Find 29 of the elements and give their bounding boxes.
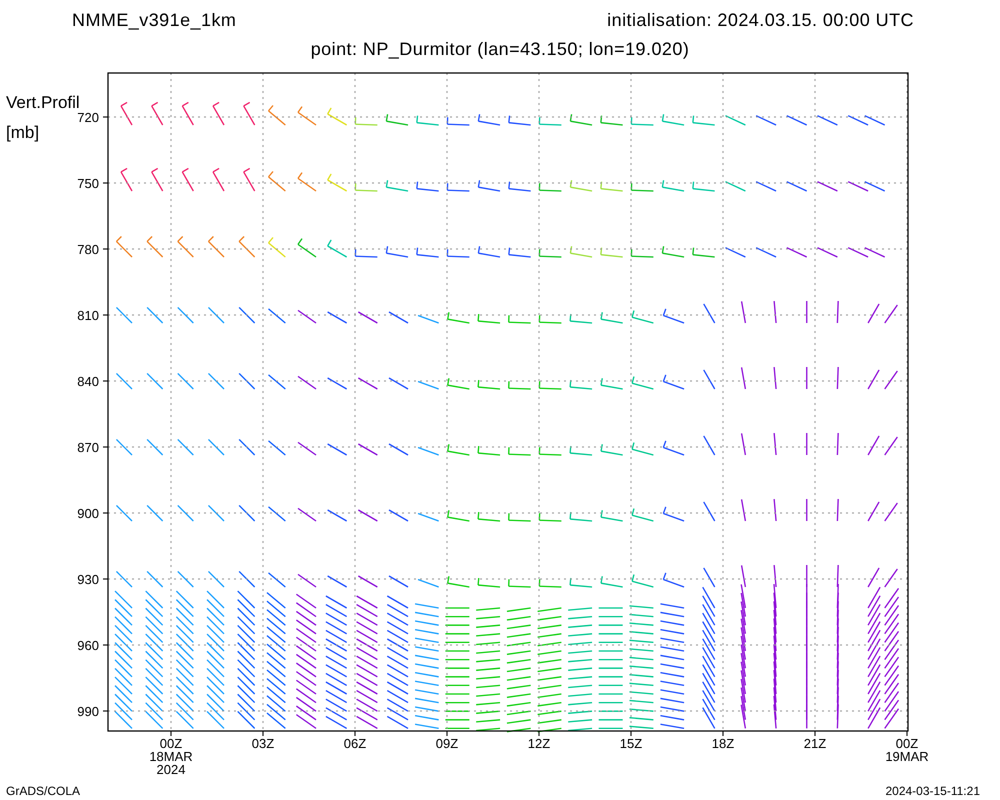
- x-tick-label: 03Z: [252, 736, 274, 751]
- y-tick-label: 750: [77, 176, 99, 191]
- x-tick-label: 2024: [156, 762, 186, 777]
- x-tick-label: 21Z: [804, 736, 826, 751]
- y-axis-unit: [mb]: [6, 123, 40, 142]
- x-tick-label: 09Z: [436, 736, 458, 751]
- x-tick-label: 18MAR: [149, 749, 193, 764]
- y-tick-label: 960: [77, 638, 99, 653]
- y-axis-label: Vert.Profil: [6, 93, 80, 112]
- x-tick-label: 18Z: [712, 736, 734, 751]
- y-tick-label: 840: [77, 374, 99, 389]
- y-tick-label: 990: [77, 704, 99, 719]
- model-title: NMME_v391e_1km: [72, 9, 236, 32]
- x-tick-label: 00Z: [160, 736, 182, 751]
- y-tick-label: 900: [77, 506, 99, 521]
- x-tick-label: 19MAR: [885, 749, 929, 764]
- y-tick-label: 870: [77, 440, 99, 455]
- y-tick-label: 780: [77, 242, 99, 257]
- y-tick-label: 930: [77, 572, 99, 587]
- x-tick-label: 12Z: [528, 736, 550, 751]
- x-tick-label: 15Z: [620, 736, 642, 751]
- x-tick-label: 06Z: [344, 736, 366, 751]
- footer-timestamp: 2024-03-15-11:21: [885, 784, 981, 798]
- y-tick-label: 720: [77, 110, 99, 125]
- y-tick-label: 810: [77, 308, 99, 323]
- chart-subtitle: point: NP_Durmitor (lan=43.150; lon=19.020): [310, 38, 690, 61]
- initialisation-time: initialisation: 2024.03.15. 00:00 UTC: [607, 9, 914, 32]
- x-tick-label: 00Z: [896, 736, 918, 751]
- footer-credit: GrADS/COLA: [6, 784, 80, 798]
